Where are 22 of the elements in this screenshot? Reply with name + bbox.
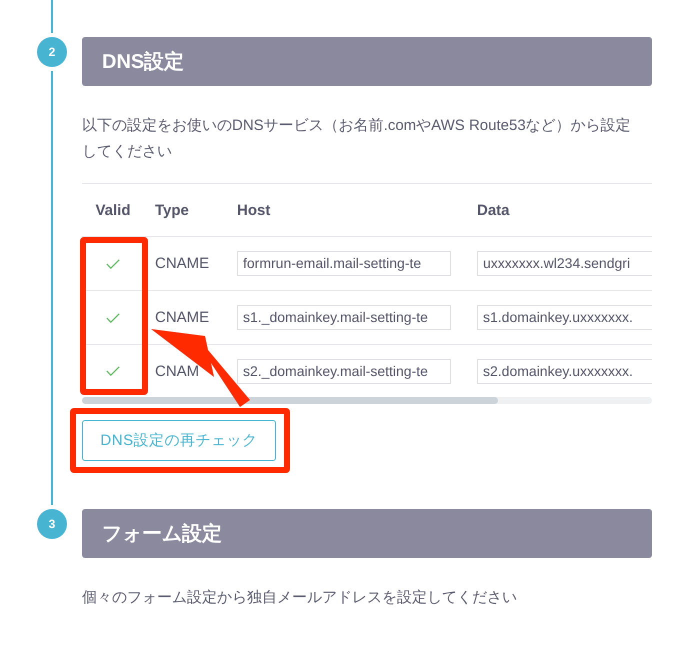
record-type: CNAME <box>155 309 210 326</box>
timeline-line <box>51 0 53 33</box>
column-header: Valid <box>95 202 131 218</box>
scrollbar-thumb[interactable] <box>82 397 498 404</box>
column-header: Host <box>237 202 270 218</box>
host-field[interactable]: formrun-email.mail-setting-te <box>237 251 451 276</box>
host-field[interactable]: s2._domainkey.mail-setting-te <box>237 358 451 384</box>
data-field[interactable]: s2.domainkey.uxxxxxxx. <box>477 358 652 384</box>
column-header: Type <box>155 202 189 218</box>
data-field[interactable]: s1.domainkey.uxxxxxxx. <box>477 305 652 330</box>
column-header: Data <box>477 202 510 218</box>
data-field[interactable]: uxxxxxxx.wl234.sendgri <box>477 251 652 276</box>
scrollbar-track[interactable] <box>82 397 652 404</box>
section-header: DNS設定 <box>82 37 652 86</box>
step-number: 2 <box>37 37 67 67</box>
section-header: フォーム設定 <box>82 509 652 558</box>
record-type: CNAME <box>155 255 210 272</box>
section-description: 個々のフォーム設定から独自メールアドレスを設定してください <box>82 588 518 608</box>
section-description: 以下の設定をお使いのDNSサービス（お名前.comやAWS Route53など）から設定してください <box>82 116 632 162</box>
step-number: 3 <box>37 509 67 539</box>
record-type: CNAM <box>155 362 200 380</box>
host-field[interactable]: s1._domainkey.mail-setting-te <box>237 305 451 330</box>
